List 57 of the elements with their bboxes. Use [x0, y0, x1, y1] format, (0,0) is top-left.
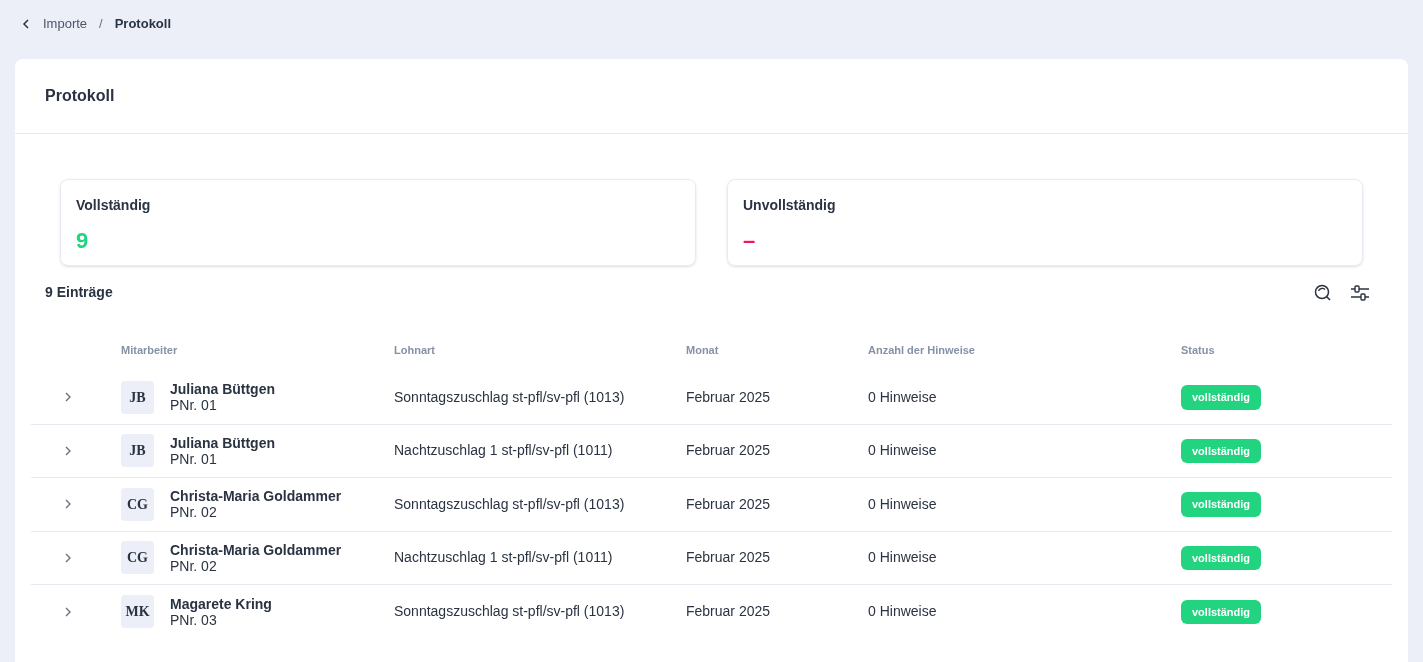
expand-chevron-icon[interactable]	[64, 499, 72, 510]
expand-chevron-icon[interactable]	[64, 552, 72, 563]
status-badge: vollständig	[1181, 599, 1262, 624]
wage-type: Nachtzuschlag 1 st-pfl/sv-pfl (1011)	[394, 549, 613, 566]
month: Februar 2025	[686, 388, 771, 405]
expand-chevron-icon[interactable]	[64, 445, 72, 456]
notes-count: 0 Hinweise	[868, 549, 937, 566]
month: Februar 2025	[686, 442, 771, 459]
expand-chevron-icon[interactable]	[64, 606, 72, 617]
notes-count: 0 Hinweise	[868, 603, 937, 620]
employee-number: PNr. 03	[170, 611, 217, 628]
entry-count: 9 Einträge	[45, 283, 113, 302]
breadcrumb-current: Protokoll	[114, 15, 172, 34]
stat-label: Vollständig	[76, 196, 152, 215]
employee-name: Christa-Maria Goldammer	[170, 541, 342, 558]
wage-type: Sonntagszuschlag st-pfl/sv-pfl (1013)	[394, 388, 625, 405]
wage-type: Sonntagszuschlag st-pfl/sv-pfl (1013)	[394, 495, 625, 512]
back-chevron-icon[interactable]	[21, 19, 31, 29]
stat-value: 9	[76, 227, 89, 255]
status-badge: vollständig	[1181, 438, 1262, 463]
card-title: Protokoll	[45, 86, 115, 106]
status-badge: vollständig	[1181, 385, 1262, 410]
wage-type: Nachtzuschlag 1 st-pfl/sv-pfl (1011)	[394, 442, 613, 459]
notes-count: 0 Hinweise	[868, 442, 937, 459]
column-header: Mitarbeiter	[121, 343, 178, 356]
breadcrumb-separator: /	[99, 15, 103, 34]
employee-name: Juliana Büttgen	[170, 434, 275, 451]
month: Februar 2025	[686, 495, 771, 512]
filter-sliders-icon[interactable]	[1350, 283, 1370, 302]
column-header: Anzahl der Hinweise	[868, 343, 975, 356]
employee-number: PNr. 01	[170, 397, 218, 414]
month: Februar 2025	[686, 549, 771, 566]
month: Februar 2025	[686, 603, 771, 620]
status-badge: vollständig	[1181, 492, 1262, 517]
breadcrumb-link[interactable]: Importe	[43, 14, 88, 34]
column-header: Monat	[686, 343, 719, 356]
notes-count: 0 Hinweise	[868, 388, 937, 405]
employee-name: Juliana Büttgen	[170, 381, 275, 398]
column-header: Lohnart	[394, 343, 435, 356]
search-icon[interactable]	[1314, 283, 1332, 302]
column-header: Status	[1181, 343, 1215, 356]
stat-value: –	[743, 227, 756, 255]
stat-label: Unvollständig	[743, 196, 837, 215]
avatar-initials: MK	[121, 595, 154, 629]
employee-name: Christa-Maria Goldammer	[170, 488, 342, 505]
expand-chevron-icon[interactable]	[64, 392, 72, 403]
employee-number: PNr. 02	[170, 504, 218, 521]
avatar-initials: JB	[121, 434, 154, 468]
avatar-initials: CG	[121, 487, 154, 521]
notes-count: 0 Hinweise	[868, 495, 937, 512]
employee-number: PNr. 02	[170, 557, 218, 574]
wage-type: Sonntagszuschlag st-pfl/sv-pfl (1013)	[394, 603, 625, 620]
employee-number: PNr. 01	[170, 450, 218, 467]
status-badge: vollständig	[1181, 545, 1262, 570]
employee-name: Magarete Kring	[170, 595, 272, 612]
avatar-initials: CG	[121, 541, 154, 575]
avatar-initials: JB	[121, 380, 154, 414]
